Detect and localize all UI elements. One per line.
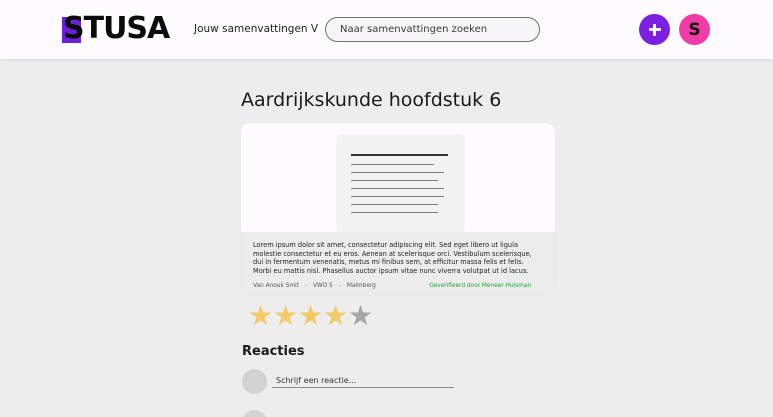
- doc-line: [351, 212, 438, 213]
- top-bar: STUSA Jouw samenvattingen V S: [0, 0, 773, 59]
- stusa-logo[interactable]: STUSA: [62, 11, 170, 46]
- verified-badge: Geverifieerd door Meneer Huisman: [429, 283, 531, 289]
- star-rating[interactable]: ★ ★ ★ ★ ★: [248, 302, 373, 330]
- comments-title: Reacties: [242, 344, 305, 359]
- summary-meta: Van Anouk Smit - VWO 5 - Malmberg: [253, 283, 376, 289]
- doc-line: [351, 204, 438, 205]
- star-icon[interactable]: ★: [248, 302, 273, 330]
- star-icon[interactable]: ★: [273, 302, 298, 330]
- publisher-label: Malmberg: [346, 283, 376, 289]
- star-icon[interactable]: ★: [348, 302, 373, 330]
- doc-line: [351, 180, 438, 181]
- summary-description: Lorem ipsum dolor sit amet, consectetur …: [253, 241, 532, 275]
- logo-text: STUSA: [63, 11, 170, 46]
- plus-icon-vertical: [653, 23, 656, 36]
- doc-line: [351, 188, 444, 189]
- document-thumbnail: [338, 136, 463, 232]
- doc-line: [351, 164, 434, 165]
- doc-line: [351, 196, 444, 197]
- star-icon[interactable]: ★: [298, 302, 323, 330]
- avatar: [242, 369, 267, 394]
- card-body: Lorem ipsum dolor sit amet, consectetur …: [241, 232, 555, 295]
- level-label: VWO 5: [312, 283, 333, 289]
- doc-line: [351, 172, 444, 173]
- my-summaries-link[interactable]: Jouw samenvattingen V: [194, 23, 318, 35]
- page-title: Aardrijkskunde hoofdstuk 6: [241, 89, 502, 111]
- summary-card[interactable]: Lorem ipsum dolor sit amet, consectetur …: [241, 123, 555, 295]
- comment-input[interactable]: [272, 374, 454, 388]
- meta-separator: -: [338, 283, 341, 289]
- add-summary-button[interactable]: [639, 14, 670, 45]
- search-input[interactable]: [325, 17, 540, 42]
- user-avatar-button[interactable]: S: [679, 14, 710, 45]
- star-icon[interactable]: ★: [323, 302, 348, 330]
- author-label: Van Anouk Smit: [253, 283, 299, 289]
- avatar: [242, 410, 267, 417]
- document-preview: [241, 123, 555, 232]
- doc-heading-line: [351, 154, 448, 156]
- meta-separator: -: [304, 283, 307, 289]
